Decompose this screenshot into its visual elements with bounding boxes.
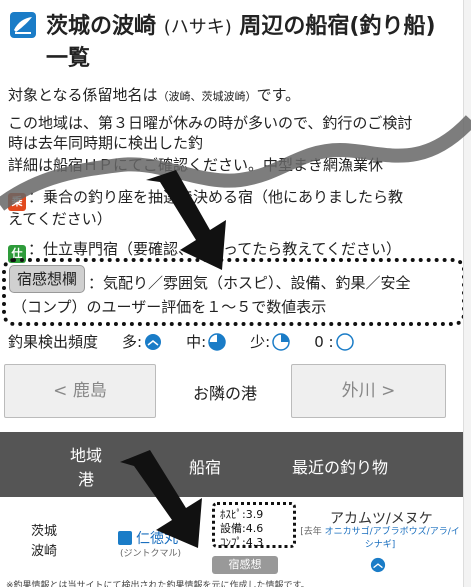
recent-catch-main: アカムツ/メヌケ — [330, 511, 433, 527]
prev-port-button[interactable]: < 鹿島 — [4, 364, 156, 418]
freq-many-icon — [145, 333, 162, 350]
row-region: 茨城 — [30, 524, 57, 539]
title-suffix: 周辺の船宿(釣り船) — [239, 14, 436, 39]
shop-name: 仁徳丸 — [136, 531, 178, 547]
shop-kana: (ジントクマル) — [120, 549, 182, 559]
header-region: 地域 — [69, 446, 102, 465]
intro-line-2: この地域は、第３日曜が休みの時が多いので、釣行のご検討 — [8, 114, 413, 132]
shop-review-button[interactable]: 宿感想 — [212, 556, 278, 574]
header-recent-catch: 最近の釣り物 — [291, 458, 388, 477]
catch-frequency-legend: 釣果検出頻度 多: 中: 少: 0 : — [8, 331, 354, 352]
neighbor-ports-label: お隣の港 — [192, 384, 257, 403]
row-port: 波崎 — [30, 544, 57, 559]
row-region-port: 茨城 波崎 — [24, 522, 64, 562]
page-title-line2: 一覧 — [46, 46, 91, 71]
lottery-text: ：乗合の釣り座を抽選で決める宿（他にありましたら教 — [28, 188, 404, 206]
freq-few-label: 少: — [250, 333, 271, 351]
intro-line-3: 時は去年同時期に検出した釣 — [8, 134, 204, 152]
intro-text-b: です。 — [256, 86, 301, 104]
intro-line-4: 詳細は船宿ＨＰにてご確認ください。中型まき網漁業休 — [8, 156, 384, 174]
shop-link[interactable]: 仁徳丸 — [118, 528, 178, 548]
intro-line-1: 対象となる係留地名は（波崎、茨城波崎）です。 — [8, 84, 300, 105]
footer-note: ※釣果情報とは当サイトにて検出された釣果情報を元に作成した情報です。 — [6, 581, 310, 587]
last-year-prefix: [去年 — [300, 527, 322, 537]
review-tag-button[interactable]: 宿感想欄 — [9, 265, 85, 293]
freq-medium-label: 中: — [186, 333, 207, 351]
charter-text: ：仕立専門宿（要確認、間違ってたら教えてください） — [28, 240, 402, 258]
freq-medium-icon — [208, 332, 226, 351]
recent-catch-sub: [去年 オニカサゴ/アブラボウズ/アラ/イシナギ] — [300, 526, 460, 552]
page-title: 茨城の波崎 (ハサキ) 周辺の船宿(釣り船) — [46, 8, 436, 40]
frequency-label: 釣果検出頻度 — [8, 333, 99, 351]
rating-comp: ｺﾝﾌﾟ:4.3 — [220, 536, 264, 549]
legend-lottery-cont: えてください） — [8, 210, 112, 228]
freq-zero-label: 0 : — [314, 332, 334, 351]
last-year-catch: オニカサゴ/アブラボウズ/アラ/イシナギ] — [324, 527, 460, 550]
freq-many-label: 多: — [122, 333, 143, 351]
header-shop: 船宿 — [188, 458, 221, 477]
review-legend-text-2: （コンプ）のユーザー評価を１～５で数値表示 — [12, 298, 327, 316]
intro-port-names: （波崎、茨城波崎） — [157, 90, 257, 103]
row-frequency-icon — [370, 557, 386, 573]
next-port-button[interactable]: 外川 > — [291, 364, 446, 418]
scrollbar[interactable] — [463, 0, 471, 587]
review-legend-text-1: ：気配り／雰囲気（ホスピ）、設備、釣果／安全 — [88, 274, 411, 292]
header-port: 港 — [77, 470, 94, 489]
site-logo-icon — [10, 12, 36, 38]
title-reading: (ハサキ) — [163, 17, 232, 38]
freq-few-icon — [272, 332, 290, 351]
table-header: 地域 港 船宿 最近の釣り物 — [0, 432, 471, 497]
home-icon — [118, 531, 132, 545]
freq-zero-icon — [335, 332, 354, 351]
intro-text-a: 対象となる係留地名は — [8, 86, 158, 104]
title-prefix: 茨城の波崎 — [46, 14, 157, 39]
